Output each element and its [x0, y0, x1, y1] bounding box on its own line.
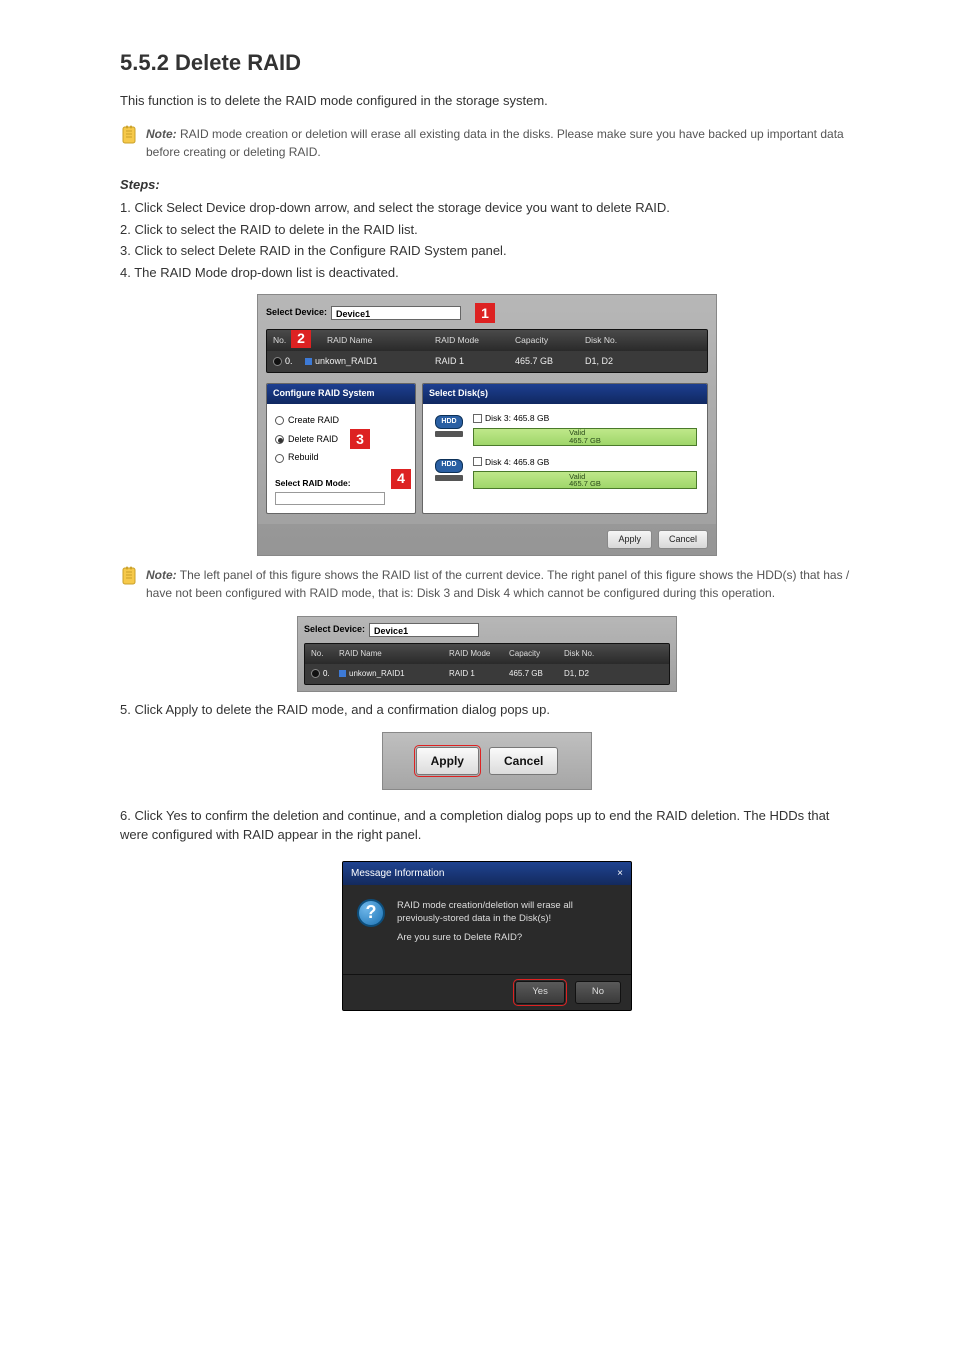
dialog-line-2: Are you sure to Delete RAID? — [397, 931, 617, 944]
cancel-button[interactable]: Cancel — [658, 530, 708, 550]
raid-mode-dropdown — [275, 492, 385, 505]
hdd-icon: HDD — [433, 456, 465, 484]
confirm-dialog: Message Information × ? RAID mode creati… — [342, 861, 632, 1011]
red-highlight-table — [304, 643, 670, 685]
apply-cancel-strip: Apply Cancel — [382, 732, 592, 790]
raid-list-highlight: Select Device: Device1 No. RAID Name RAI… — [297, 616, 677, 692]
intro-paragraph: This function is to delete the RAID mode… — [120, 91, 854, 111]
col-mode: RAID Mode — [435, 334, 515, 347]
section-heading: 5.5.2 Delete RAID — [120, 50, 301, 75]
apply-button-big[interactable]: Apply — [416, 747, 479, 775]
disk-3-bar: Valid465.7 GB — [473, 428, 697, 446]
dialog-title: Message Information — [351, 866, 444, 881]
opt-delete-raid[interactable]: Delete RAID 3 — [275, 429, 407, 449]
step-3: 3. Click to select Delete RAID in the Co… — [120, 241, 854, 261]
question-icon: ? — [357, 899, 385, 927]
callout-3: 3 — [350, 429, 370, 449]
col-diskno: Disk No. — [585, 334, 655, 347]
col-capacity: Capacity — [515, 334, 585, 347]
apply-button[interactable]: Apply — [607, 530, 652, 550]
select-raid-mode-label: Select RAID Mode: — [275, 477, 407, 490]
disk-4-label: Disk 4: 465.8 GB — [485, 456, 549, 469]
opt-create-raid[interactable]: Create RAID — [275, 414, 407, 428]
no-button[interactable]: No — [575, 981, 621, 1003]
select-disks-card: Select Disk(s) HDD Disk 3: 465.8 GB Vali… — [422, 383, 708, 513]
select-device-dropdown[interactable]: Device1 — [331, 306, 461, 320]
disk-4-checkbox[interactable] — [473, 457, 482, 466]
select-device-label: Select Device: — [266, 306, 327, 320]
raid-row-0[interactable]: 0. unkown_RAID1 RAID 1 465.7 GB D1, D2 — [267, 351, 707, 373]
note-icon — [120, 566, 138, 586]
disk-3-checkbox[interactable] — [473, 414, 482, 423]
disk-3-label: Disk 3: 465.8 GB — [485, 412, 549, 425]
disk-4-row: HDD Disk 4: 465.8 GB Valid465.7 GB — [433, 456, 697, 490]
steps-title: Steps: — [120, 175, 854, 195]
hdd-icon: HDD — [433, 412, 465, 440]
cancel-button-big[interactable]: Cancel — [489, 747, 558, 775]
step-5: 5. Click Apply to delete the RAID mode, … — [120, 700, 854, 720]
select-device-label-2: Select Device: — [304, 623, 365, 637]
disk-4-bar: Valid465.7 GB — [473, 471, 697, 489]
callout-4: 4 — [391, 469, 411, 489]
steps: Steps: 1. Click Select Device drop-down … — [120, 175, 854, 283]
note-icon — [120, 125, 138, 145]
opt-rebuild[interactable]: Rebuild — [275, 451, 407, 465]
dialog-line-1: RAID mode creation/deletion will erase a… — [397, 899, 617, 926]
col-name: RAID Name — [305, 334, 435, 347]
select-device-dropdown-2[interactable]: Device1 — [369, 623, 479, 637]
note-text-2: Note: The left panel of this figure show… — [146, 566, 854, 602]
note-text-1: Note: RAID mode creation or deletion wil… — [146, 125, 854, 161]
step-1: 1. Click Select Device drop-down arrow, … — [120, 198, 854, 218]
close-icon[interactable]: × — [617, 866, 623, 881]
disk-3-row: HDD Disk 3: 465.8 GB Valid465.7 GB — [433, 412, 697, 446]
configure-raid-header: Configure RAID System — [267, 384, 415, 404]
note-block-2: Note: The left panel of this figure show… — [120, 566, 854, 602]
yes-button[interactable]: Yes — [515, 981, 565, 1003]
note-block-1: Note: RAID mode creation or deletion wil… — [120, 125, 854, 161]
select-disks-header: Select Disk(s) — [423, 384, 707, 404]
step-2: 2. Click to select the RAID to delete in… — [120, 220, 854, 240]
step-6: 6. Click Yes to confirm the deletion and… — [120, 806, 854, 845]
raid-table: No. 2 RAID Name RAID Mode Capacity Disk … — [266, 329, 708, 373]
configure-raid-card: Configure RAID System Create RAID Delete… — [266, 383, 416, 513]
raid-config-screenshot: Select Device: Device1 1 No. 2 RAID Name… — [257, 294, 717, 556]
step-4: 4. The RAID Mode drop-down list is deact… — [120, 263, 854, 283]
callout-2: 2 — [291, 329, 311, 348]
callout-1: 1 — [475, 303, 495, 323]
